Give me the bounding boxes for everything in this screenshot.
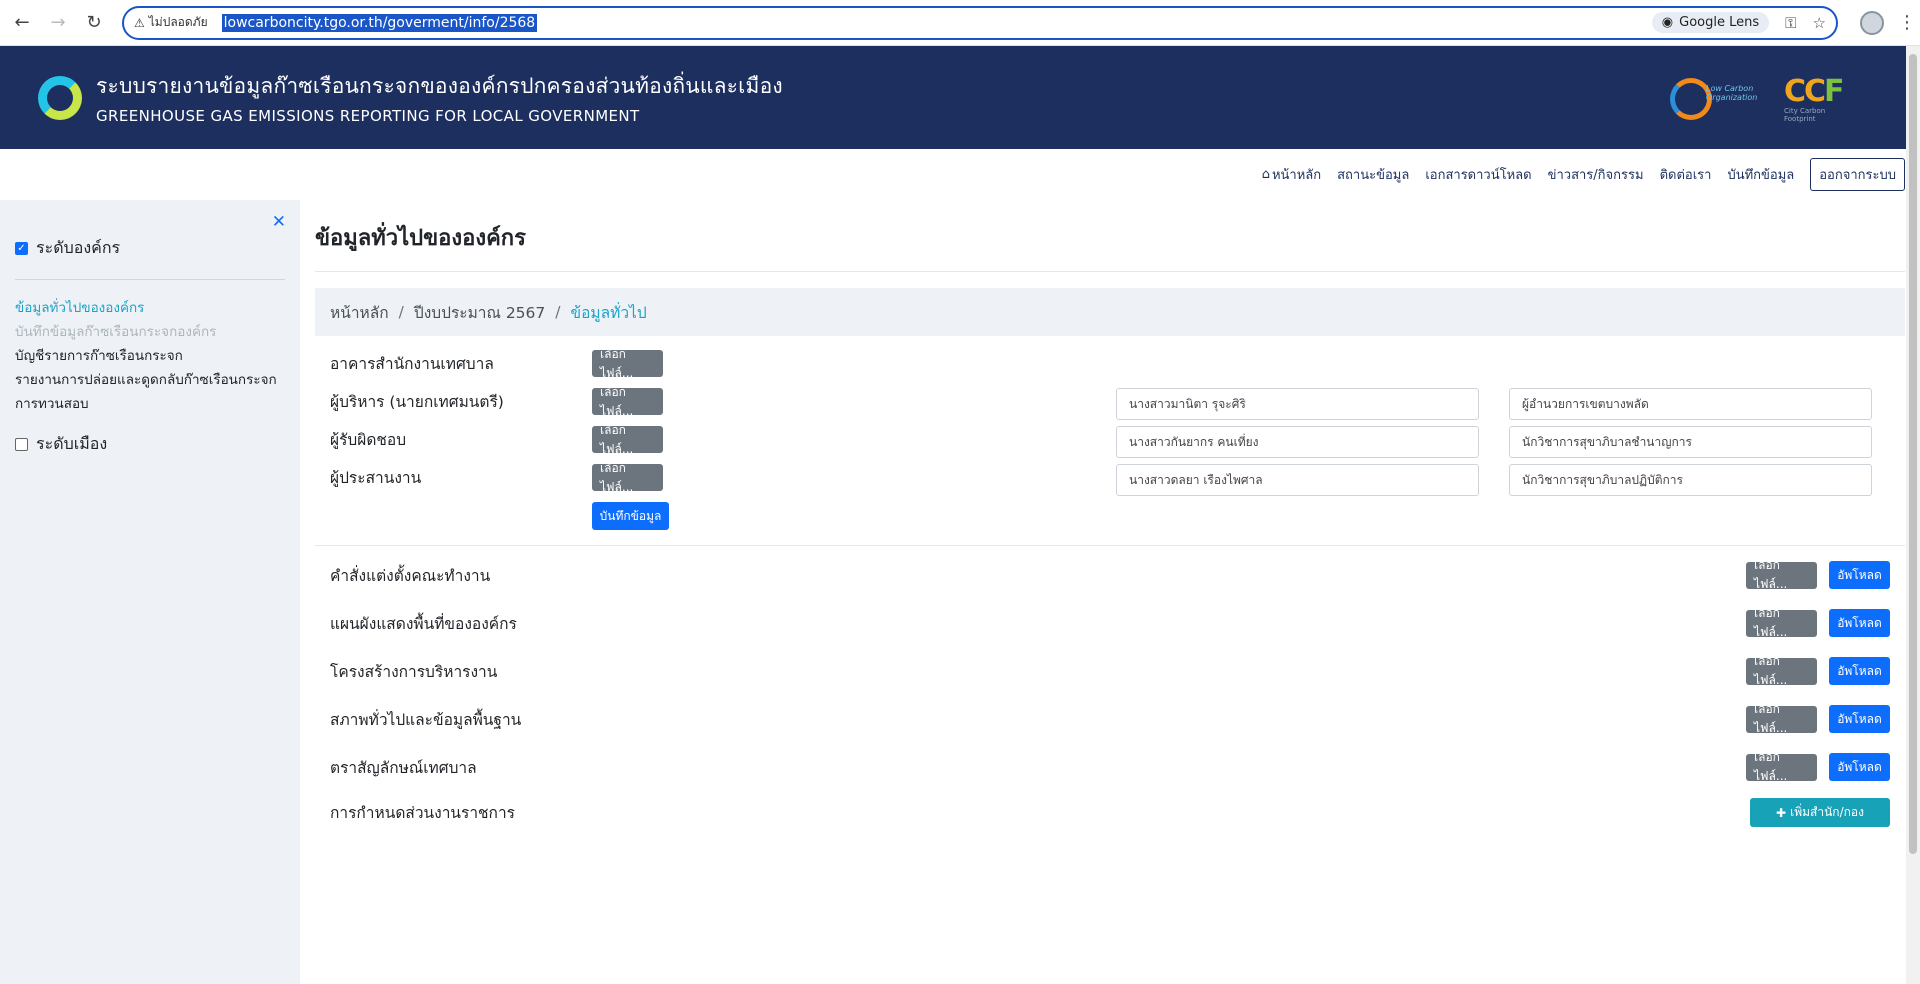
top-navigation: ⌂ หน้าหลัก สถานะข้อมูล เอกสารดาวน์โหลด ข่… [0, 149, 1920, 200]
breadcrumb-current: ข้อมูลทั่วไป [570, 303, 647, 322]
logout-button[interactable]: ออกจากระบบ [1810, 158, 1905, 191]
choose-file-button[interactable]: เลือกไฟล์... [592, 423, 663, 456]
choose-file-button[interactable]: เลือกไฟล์... [1746, 606, 1817, 639]
responsible-name-input[interactable]: นางสาวกันยากร คนเที่ยง [1116, 426, 1479, 458]
choose-file-button[interactable]: เลือกไฟล์... [592, 347, 663, 380]
back-arrow-icon[interactable]: ← [8, 9, 36, 37]
city-level-checkbox[interactable] [15, 438, 28, 451]
breadcrumb: หน้าหลัก / ปีงบประมาณ 2567 / ข้อมูลทั่วไ… [315, 288, 1905, 336]
city-level-checkbox-row[interactable]: ระดับเมือง [15, 432, 285, 457]
close-sidebar-icon[interactable]: ✕ [272, 212, 286, 232]
choose-file-button[interactable]: เลือกไฟล์... [592, 385, 663, 418]
sidebar-item-emission-report[interactable]: รายงานการปล่อยและดูดกลับก๊าซเรือนกระจก [15, 368, 285, 392]
site-title-en: GREENHOUSE GAS EMISSIONS REPORTING FOR L… [96, 107, 640, 125]
choose-file-button[interactable]: เลือกไฟล์... [1746, 654, 1817, 687]
sidebar-item-ghg-inventory[interactable]: บัญชีรายการก๊าซเรือนกระจก [15, 344, 285, 368]
site-banner: ระบบรายงานข้อมูลก๊าซเรือนกระจกขององค์กรป… [0, 46, 1920, 149]
executive-position-input[interactable]: ผู้อำนวยการเขตบางพลัด [1509, 388, 1872, 420]
doc-row-work-order: คำสั่งแต่งตั้งคณะทำงาน เลือกไฟล์... อัพโ… [330, 558, 1890, 591]
scrollbar-thumb[interactable] [1909, 54, 1917, 854]
breadcrumb-fiscal-year[interactable]: ปีงบประมาณ 2567 [414, 300, 545, 325]
low-carbon-org-logo: Low Carbon Organization [1670, 74, 1757, 124]
upload-button[interactable]: อัพโหลด [1829, 705, 1890, 733]
sidebar-divider [15, 279, 285, 280]
upload-button[interactable]: อัพโหลด [1829, 753, 1890, 781]
nav-record[interactable]: บันทึกข้อมูล [1727, 164, 1794, 185]
org-level-checkbox-row[interactable]: ✓ ระดับองค์กร [15, 236, 285, 261]
site-title-th: ระบบรายงานข้อมูลก๊าซเรือนกระจกขององค์กรป… [96, 74, 783, 98]
doc-row-org-structure: โครงสร้างการบริหารงาน เลือกไฟล์... อัพโห… [330, 654, 1890, 687]
nav-news[interactable]: ข่าวสาร/กิจกรรม [1548, 164, 1644, 185]
executive-name-input[interactable]: นางสาวมานิตา รุจะศิริ [1116, 388, 1479, 420]
nav-home[interactable]: ⌂ หน้าหลัก [1262, 164, 1321, 185]
form-row-office-building: อาคารสำนักงานเทศบาล เลือกไฟล์... [330, 347, 1870, 380]
save-button[interactable]: บันทึกข้อมูล [592, 502, 669, 530]
coordinator-name-input[interactable]: นางสาวดลยา เรืองไพศาล [1116, 464, 1479, 496]
responsible-position-input[interactable]: นักวิชาการสุขาภิบาลชำนาญการ [1509, 426, 1872, 458]
star-icon[interactable]: ☆ [1813, 14, 1826, 32]
warning-triangle-icon: ⚠ [134, 15, 145, 30]
url-text[interactable]: lowcarboncity.tgo.or.th/goverment/info/2… [221, 13, 538, 32]
choose-file-button[interactable]: เลือกไฟล์... [592, 461, 663, 494]
browser-toolbar: ← → ↻ ⚠ ไม่ปลอดภัย lowcarboncity.tgo.or.t… [0, 0, 1920, 46]
sidebar: ✕ ✓ ระดับองค์กร ข้อมูลทั่วไปขององค์กร บั… [0, 200, 300, 984]
doc-row-general-conditions: สภาพทั่วไปและข้อมูลพื้นฐาน เลือกไฟล์... … [330, 702, 1890, 735]
choose-file-button[interactable]: เลือกไฟล์... [1746, 558, 1817, 591]
nav-downloads[interactable]: เอกสารดาวน์โหลด [1425, 164, 1531, 185]
nav-contact[interactable]: ติดต่อเรา [1660, 164, 1712, 185]
profile-avatar[interactable] [1860, 10, 1884, 35]
key-icon[interactable]: ⚿ [1785, 14, 1796, 32]
main-content: ข้อมูลทั่วไปขององค์กร หน้าหลัก / ปีงบประ… [300, 200, 1920, 984]
doc-row-emblem: ตราสัญลักษณ์เทศบาล เลือกไฟล์... อัพโหลด [330, 750, 1890, 783]
lens-icon: ◉ [1661, 15, 1674, 30]
add-unit-button[interactable]: ✚ เพิ่มสำนัก/กอง [1750, 798, 1890, 827]
nav-status[interactable]: สถานะข้อมูล [1337, 164, 1409, 185]
security-warning[interactable]: ⚠ ไม่ปลอดภัย [134, 13, 208, 32]
org-level-checkbox[interactable]: ✓ [15, 242, 28, 255]
forward-arrow-icon[interactable]: → [44, 9, 72, 37]
page-scrollbar[interactable] [1906, 46, 1920, 984]
sidebar-item-general-info[interactable]: ข้อมูลทั่วไปขององค์กร [15, 296, 285, 320]
home-icon: ⌂ [1261, 167, 1270, 182]
breadcrumb-home[interactable]: หน้าหลัก [330, 300, 389, 325]
address-bar[interactable]: ⚠ ไม่ปลอดภัย lowcarboncity.tgo.or.th/gove… [122, 5, 1838, 40]
plus-icon: ✚ [1776, 805, 1787, 820]
site-logo-icon [38, 75, 82, 120]
ccf-logo: CCF City Carbon Footprint [1784, 74, 1844, 123]
general-info-form: อาคารสำนักงานเทศบาล เลือกไฟล์... ผู้บริห… [315, 336, 1905, 546]
upload-button[interactable]: อัพโหลด [1829, 609, 1890, 637]
doc-row-gov-units: การกำหนดส่วนงานราชการ ✚ เพิ่มสำนัก/กอง [330, 798, 1890, 827]
sidebar-item-record-ghg[interactable]: บันทึกข้อมูลก๊าซเรือนกระจกองค์กร [15, 320, 285, 344]
choose-file-button[interactable]: เลือกไฟล์... [1746, 750, 1817, 783]
menu-dots-icon[interactable]: ⋮ [1898, 12, 1916, 33]
page-title: ข้อมูลทั่วไปขององค์กร [315, 200, 1905, 272]
doc-row-area-map: แผนผังแสดงพื้นที่ขององค์กร เลือกไฟล์... … [330, 606, 1890, 639]
coordinator-position-input[interactable]: นักวิชาการสุขาภิบาลปฏิบัติการ [1509, 464, 1872, 496]
google-lens-button[interactable]: ◉ Google Lens [1651, 12, 1770, 33]
reload-icon[interactable]: ↻ [80, 9, 108, 37]
choose-file-button[interactable]: เลือกไฟล์... [1746, 702, 1817, 735]
sidebar-item-verification[interactable]: การทวนสอบ [15, 392, 285, 416]
upload-button[interactable]: อัพโหลด [1829, 561, 1890, 589]
upload-button[interactable]: อัพโหลด [1829, 657, 1890, 685]
